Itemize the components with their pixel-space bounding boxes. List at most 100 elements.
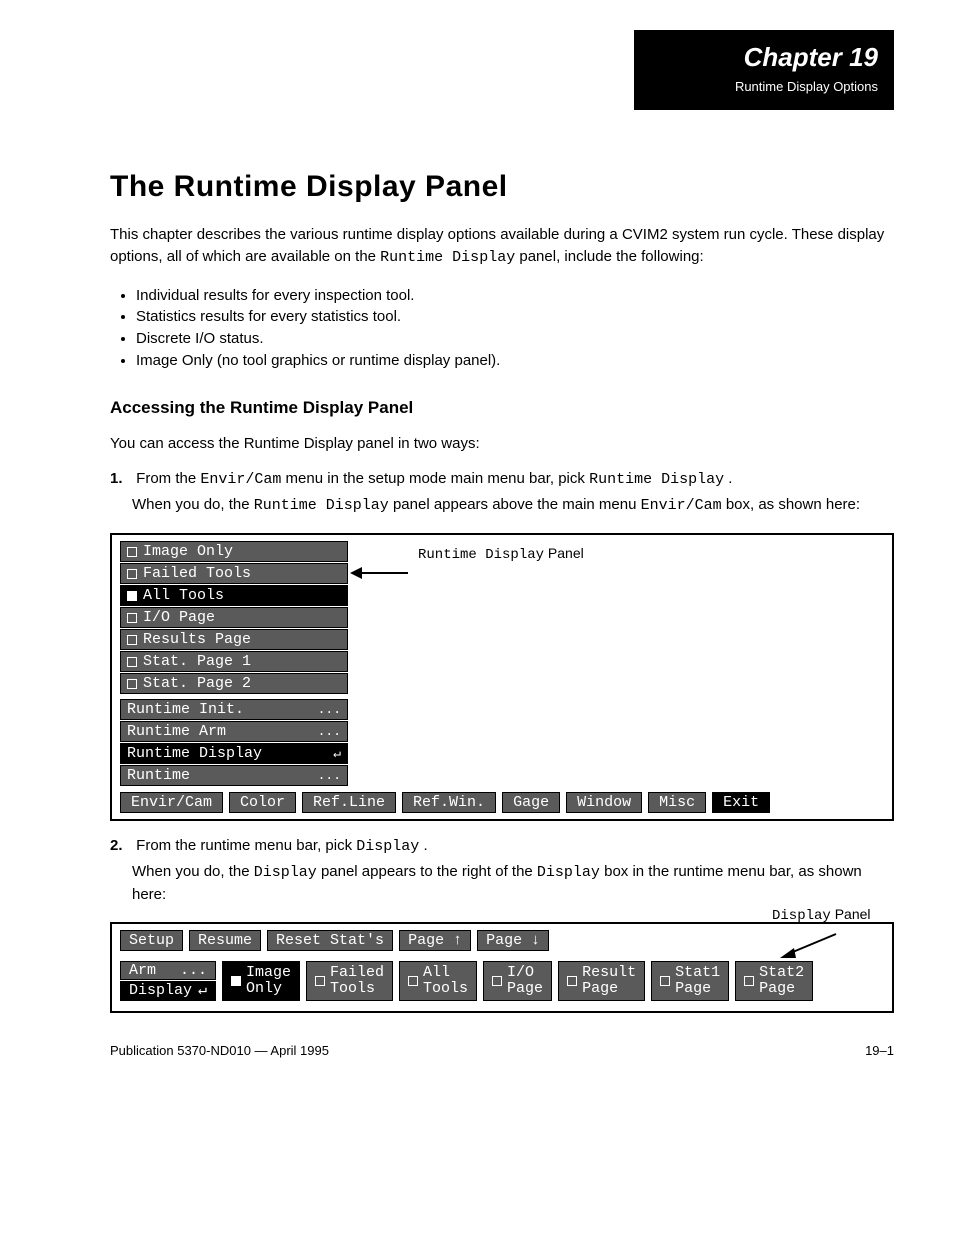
opt-line2: Page — [507, 981, 543, 997]
btn-reset-stats[interactable]: Reset Stat's — [267, 930, 393, 951]
btn-arm[interactable]: Arm... — [120, 961, 216, 981]
menu-item-all-tools[interactable]: All Tools — [120, 585, 348, 606]
menu-window[interactable]: Window — [566, 792, 642, 813]
menu-item-stat-page-2[interactable]: Stat. Page 2 — [120, 673, 348, 694]
step-kbd: Display — [537, 864, 600, 881]
step-text: box, as shown here: — [726, 496, 860, 513]
footer-right: 19–1 — [865, 1043, 894, 1058]
steps-list-2: 2. From the runtime menu bar, pick Displ… — [110, 837, 894, 906]
menu-item-failed-tools[interactable]: Failed Tools — [120, 563, 348, 584]
menu-color[interactable]: Color — [229, 792, 296, 813]
runtime-display-popup: Image Only Failed Tools All Tools I/O Pa… — [120, 541, 348, 786]
callout-kbd: Display — [772, 908, 831, 924]
checkbox-icon — [492, 976, 502, 986]
btn-resume[interactable]: Resume — [189, 930, 261, 951]
checkbox-icon — [567, 976, 577, 986]
step-text: panel appears above the main menu — [393, 496, 641, 513]
cell-label: Arm — [129, 963, 156, 979]
bullet-list: Individual results for every inspection … — [120, 285, 894, 372]
menu-item-runtime-display[interactable]: Runtime Display↵ — [120, 743, 348, 764]
intro-paragraph: This chapter describes the various runti… — [110, 224, 894, 269]
opt-line1: Stat2 — [759, 965, 804, 981]
step-1: 1. From the Envir/Cam menu in the setup … — [110, 470, 894, 517]
checkbox-icon — [660, 976, 670, 986]
callout-label: Runtime Display Panel — [418, 545, 584, 563]
step-text: From the — [136, 470, 200, 487]
opt-line1: Failed — [330, 965, 384, 981]
footer-left: Publication 5370-ND010 — April 1995 — [110, 1043, 329, 1058]
opt-failed-tools[interactable]: FailedTools — [306, 961, 393, 1002]
bullet-item: Image Only (no tool graphics or runtime … — [136, 350, 894, 372]
step-kbd: Display — [254, 864, 317, 881]
btn-display[interactable]: Display↵ — [120, 981, 216, 1001]
opt-line2: Page — [582, 981, 636, 997]
step-text: . — [728, 470, 732, 487]
menu-exit[interactable]: Exit — [712, 792, 770, 813]
opt-result-page[interactable]: ResultPage — [558, 961, 645, 1002]
checkbox-icon — [744, 976, 754, 986]
opt-line1: Result — [582, 965, 636, 981]
step-2: 2. From the runtime menu bar, pick Displ… — [110, 837, 894, 906]
menu-envir-cam[interactable]: Envir/Cam — [120, 792, 223, 813]
page-footer: Publication 5370-ND010 — April 1995 19–1 — [110, 1043, 894, 1058]
opt-line1: I/O — [507, 965, 543, 981]
step-text: When you do, the — [132, 496, 254, 513]
menu-item-image-only[interactable]: Image Only — [120, 541, 348, 562]
checkbox-icon — [127, 613, 137, 623]
opt-stat1-page[interactable]: Stat1Page — [651, 961, 729, 1002]
menu-item-stat-page-1[interactable]: Stat. Page 1 — [120, 651, 348, 672]
return-icon: ↵ — [333, 746, 341, 761]
step-kbd: Runtime Display — [254, 497, 389, 514]
step-indent: When you do, the Display panel appears t… — [132, 861, 894, 906]
opt-image-only[interactable]: ImageOnly — [222, 961, 300, 1002]
menu-item-results-page[interactable]: Results Page — [120, 629, 348, 650]
checkbox-icon — [127, 591, 137, 601]
chapter-number-value: 19 — [849, 42, 878, 72]
btn-page-down[interactable]: Page ↓ — [477, 930, 549, 951]
access-intro: You can access the Runtime Display panel… — [110, 433, 894, 455]
screenshot-runtime-menu: Setup Resume Reset Stat's Page ↑ Page ↓ … — [110, 922, 894, 1014]
bullet-item: Individual results for every inspection … — [136, 285, 894, 307]
step-text: When you do, the — [132, 863, 254, 880]
step-text: From the runtime menu bar, pick — [136, 837, 356, 854]
runtime-display-panel: Arm... Display↵ ImageOnly FailedTools Al… — [120, 961, 884, 1002]
menu-ref-line[interactable]: Ref.Line — [302, 792, 396, 813]
step-kbd: Envir/Cam — [200, 471, 281, 488]
subheading: Accessing the Runtime Display Panel — [110, 398, 894, 418]
menu-label: I/O Page — [143, 609, 215, 626]
menu-item-io-page[interactable]: I/O Page — [120, 607, 348, 628]
checkbox-icon — [127, 657, 137, 667]
runtime-top-bar: Setup Resume Reset Stat's Page ↑ Page ↓ — [120, 930, 884, 951]
menu-label: Runtime — [127, 767, 190, 784]
checkbox-icon — [231, 976, 241, 986]
opt-all-tools[interactable]: AllTools — [399, 961, 477, 1002]
btn-page-up[interactable]: Page ↑ — [399, 930, 471, 951]
arrow-icon — [350, 563, 410, 583]
step-indent: When you do, the Runtime Display panel a… — [132, 494, 894, 517]
menu-misc[interactable]: Misc — [648, 792, 706, 813]
opt-line2: Page — [759, 981, 804, 997]
bullet-item: Discrete I/O status. — [136, 328, 894, 350]
ellipsis-icon: ... — [318, 768, 341, 783]
menu-label: Results Page — [143, 631, 251, 648]
step-number: 1. — [110, 470, 132, 487]
menu-item-runtime[interactable]: Runtime... — [120, 765, 348, 786]
return-icon: ↵ — [198, 983, 207, 999]
opt-line1: Image — [246, 965, 291, 981]
menu-item-runtime-arm[interactable]: Runtime Arm... — [120, 721, 348, 742]
callout-label-2: Display Panel — [772, 906, 932, 924]
opt-io-page[interactable]: I/OPage — [483, 961, 552, 1002]
setup-main-menu-bar: Envir/Cam Color Ref.Line Ref.Win. Gage W… — [120, 792, 884, 813]
opt-stat2-page[interactable]: Stat2Page — [735, 961, 813, 1002]
intro-text-2: panel, include the following: — [519, 248, 703, 265]
menu-label: Stat. Page 1 — [143, 653, 251, 670]
menu-item-runtime-init[interactable]: Runtime Init.... — [120, 699, 348, 720]
opt-line2: Tools — [423, 981, 468, 997]
menu-ref-win[interactable]: Ref.Win. — [402, 792, 496, 813]
btn-setup[interactable]: Setup — [120, 930, 183, 951]
step-number: 2. — [110, 837, 132, 854]
checkbox-icon — [127, 547, 137, 557]
menu-gage[interactable]: Gage — [502, 792, 560, 813]
opt-line2: Tools — [330, 981, 384, 997]
menu-label: Runtime Arm — [127, 723, 226, 740]
